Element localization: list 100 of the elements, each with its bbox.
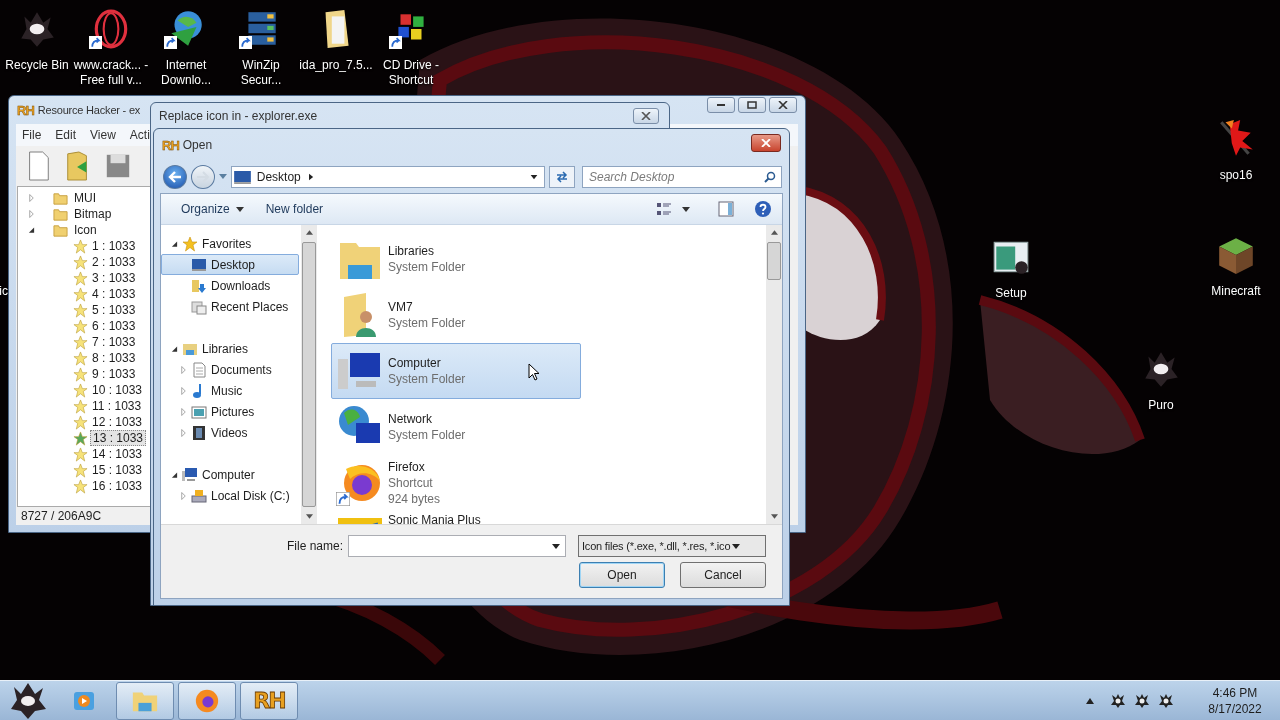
view-options-icon[interactable] xyxy=(656,201,672,217)
item-name: Firefox xyxy=(388,459,426,475)
organize-menu[interactable]: Organize xyxy=(175,198,250,220)
expand-arrow-icon[interactable] xyxy=(28,226,35,234)
nav-item[interactable]: Documents xyxy=(161,359,299,380)
address-bar[interactable]: Desktop xyxy=(230,166,546,188)
nav-item[interactable]: Recent Places xyxy=(161,296,299,317)
tree-item[interactable]: 14 : 1033 xyxy=(90,447,145,461)
tray-icon[interactable] xyxy=(1158,692,1174,709)
minimize-button[interactable] xyxy=(707,97,735,113)
expand-arrow-icon[interactable] xyxy=(171,344,178,353)
menu-item[interactable]: Edit xyxy=(55,128,77,142)
search-field[interactable]: Search Desktop xyxy=(582,166,782,188)
star-icon xyxy=(73,318,88,334)
nav-item[interactable]: Computer xyxy=(202,467,255,482)
tree-item[interactable]: 16 : 1033 xyxy=(90,479,145,493)
desktop-icon-label[interactable]: WinZip Secur... xyxy=(223,58,299,88)
scroll-up-icon[interactable] xyxy=(770,230,778,235)
folder-entry[interactable]: Computer System Folder xyxy=(331,343,581,399)
file-type-dropdown[interactable]: Icon files (*.exe, *.dll, *.res, *.ico xyxy=(578,535,766,557)
open-button[interactable]: Open xyxy=(579,562,665,588)
tree-item[interactable]: 5 : 1033 xyxy=(90,303,138,317)
tree-item[interactable]: 15 : 1033 xyxy=(90,463,145,477)
folder-entry[interactable]: Libraries System Folder xyxy=(331,231,581,287)
tree-item[interactable]: 12 : 1033 xyxy=(90,415,145,429)
menu-item[interactable]: File xyxy=(22,128,42,142)
tree-item[interactable]: Bitmap xyxy=(72,207,114,221)
show-hidden-icons-icon[interactable] xyxy=(1086,697,1094,704)
firefox-button[interactable] xyxy=(178,681,236,720)
tree-item[interactable]: 13 : 1033 xyxy=(90,430,147,446)
nav-item[interactable]: Music xyxy=(161,380,299,401)
cancel-button[interactable]: Cancel xyxy=(680,562,766,588)
nav-item[interactable]: Videos xyxy=(161,422,299,443)
tree-item[interactable]: 9 : 1033 xyxy=(90,367,138,381)
clock[interactable]: 4:46 PM 8/17/2022 xyxy=(1200,684,1270,717)
tree-item[interactable]: 7 : 1033 xyxy=(90,335,138,349)
desktop-icon-label[interactable]: CD Drive - Shortcut xyxy=(373,58,449,88)
tree-item[interactable]: 1 : 1033 xyxy=(90,239,138,253)
file-explorer-button[interactable] xyxy=(116,681,174,720)
tree-item[interactable]: 2 : 1033 xyxy=(90,255,138,269)
desktop-icon-label[interactable]: Internet Downlo... xyxy=(148,58,224,88)
scrollbar[interactable] xyxy=(766,225,782,524)
help-icon[interactable] xyxy=(754,200,772,218)
scrollbar[interactable] xyxy=(301,225,317,524)
caret-icon[interactable] xyxy=(682,206,690,212)
expand-arrow-icon[interactable] xyxy=(171,470,178,479)
scroll-up-icon[interactable] xyxy=(305,230,313,235)
nav-item[interactable]: Pictures xyxy=(161,401,299,422)
history-dropdown-icon[interactable] xyxy=(218,174,227,180)
tree-item[interactable]: 11 : 1033 xyxy=(90,399,144,413)
tree-item[interactable]: MUI xyxy=(72,191,98,205)
search-icon[interactable] xyxy=(764,171,776,183)
close-button[interactable] xyxy=(769,97,797,113)
desktop-icon-label[interactable]: spo16 xyxy=(1198,168,1274,183)
desktop-icon-label[interactable]: Puro xyxy=(1123,398,1199,413)
desktop-icon-label[interactable]: Setup xyxy=(973,286,1049,301)
folder-entry[interactable]: VM7 System Folder xyxy=(331,287,581,343)
tree-item[interactable]: 8 : 1033 xyxy=(90,351,138,365)
nav-item[interactable]: Downloads xyxy=(161,275,299,296)
item-detail: 924 bytes xyxy=(388,491,441,507)
close-button[interactable] xyxy=(633,108,659,124)
forward-button[interactable] xyxy=(190,165,215,189)
nav-item[interactable]: Favorites xyxy=(202,236,252,251)
tree-item[interactable]: 10 : 1033 xyxy=(90,383,145,397)
desktop-icon-label[interactable]: ida_pro_7.5... xyxy=(298,58,374,73)
tree-item[interactable]: 4 : 1033 xyxy=(90,287,138,301)
maximize-button[interactable] xyxy=(738,97,766,113)
back-button[interactable] xyxy=(163,165,187,189)
file-name-field[interactable] xyxy=(348,535,566,557)
expand-arrow-icon[interactable] xyxy=(171,239,178,248)
desktop-icon-label[interactable]: Recycle Bin xyxy=(0,58,75,73)
star-icon xyxy=(73,302,88,318)
scroll-down-icon[interactable] xyxy=(770,514,778,519)
nav-item[interactable]: Libraries xyxy=(202,341,249,356)
dropdown-arrow-icon[interactable] xyxy=(552,544,560,549)
nav-item[interactable]: Local Disk (C:) xyxy=(161,485,299,506)
scroll-thumb[interactable] xyxy=(302,242,316,507)
folder-entry[interactable]: Firefox Shortcut 924 bytes xyxy=(331,455,581,511)
scroll-down-icon[interactable] xyxy=(305,514,313,519)
new-folder-button[interactable]: New folder xyxy=(259,198,330,220)
status-text: 8727 / 206A9C xyxy=(21,509,102,523)
menu-item[interactable]: View xyxy=(90,128,116,142)
menu-item[interactable]: Acti xyxy=(129,128,150,142)
desktop-icon-label[interactable]: ic xyxy=(0,284,8,299)
refresh-button[interactable] xyxy=(549,166,575,188)
tree-item[interactable]: 6 : 1033 xyxy=(90,319,138,333)
tree-item[interactable]: 3 : 1033 xyxy=(90,271,138,285)
desktop-icon-label[interactable]: Minecraft xyxy=(1198,284,1274,299)
scroll-thumb[interactable] xyxy=(767,242,781,280)
close-button[interactable] xyxy=(751,134,781,152)
mouse-cursor-icon xyxy=(528,363,540,381)
folder-entry[interactable]: Sonic Mania Plus xyxy=(331,511,581,524)
desktop-icon-label[interactable]: www.crack... - Free full v... xyxy=(73,58,149,88)
tray-icon[interactable] xyxy=(1110,692,1126,709)
close-icon xyxy=(778,101,788,109)
download-folder-icon xyxy=(191,277,207,294)
tray-icon[interactable] xyxy=(1134,692,1150,709)
tree-item[interactable]: Icon xyxy=(72,223,99,237)
folder-entry[interactable]: Network System Folder xyxy=(331,399,581,455)
nav-item[interactable]: Desktop xyxy=(161,254,299,275)
